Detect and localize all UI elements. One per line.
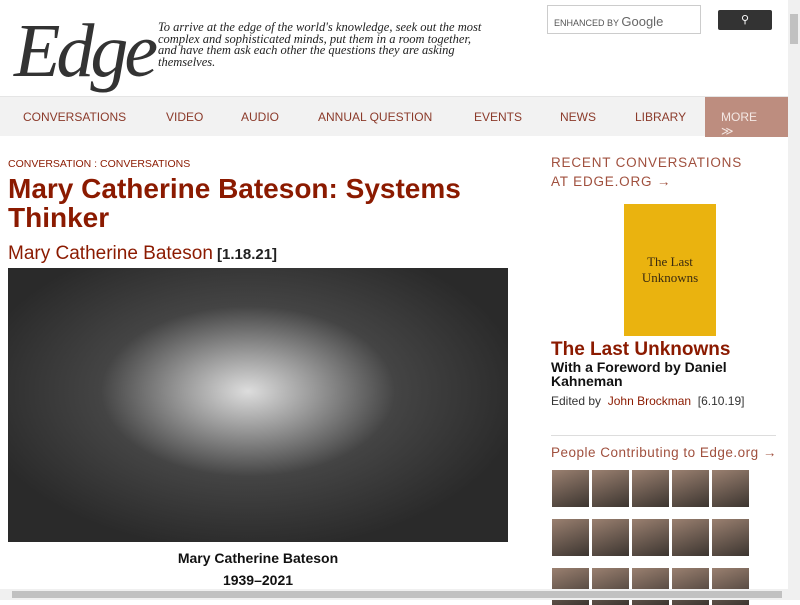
contributor-avatar[interactable] (552, 470, 589, 507)
search-label: ENHANCED BY (554, 18, 619, 28)
vertical-scroll-thumb[interactable] (790, 14, 798, 44)
nav-annual-question[interactable]: ANNUAL QUESTION (318, 110, 432, 124)
nav-conversations[interactable]: CONVERSATIONS (23, 110, 126, 124)
contributor-avatar[interactable] (552, 519, 589, 556)
book-cover[interactable]: The Last Unknowns (624, 204, 716, 336)
book-cover-title: The Last Unknowns (641, 254, 699, 285)
book-title[interactable]: The Last Unknowns (551, 339, 730, 361)
contributor-avatar[interactable] (672, 470, 709, 507)
contributor-avatar[interactable] (672, 519, 709, 556)
main-nav: CONVERSATIONS VIDEO AUDIO ANNUAL QUESTIO… (0, 96, 788, 138)
book-subtitle: With a Foreword by Daniel Kahneman (551, 359, 727, 389)
vertical-scrollbar[interactable] (788, 0, 800, 600)
breadcrumb[interactable]: CONVERSATION : CONVERSATIONS (8, 158, 190, 170)
book-date: [6.10.19] (697, 394, 745, 408)
contributor-avatar[interactable] (592, 519, 629, 556)
recent-conversations-link[interactable]: RECENT CONVERSATIONS AT EDGE.ORG → (551, 153, 751, 191)
nav-library[interactable]: LIBRARY (635, 110, 686, 124)
author-photo (8, 268, 508, 542)
contributor-avatar[interactable] (712, 519, 749, 556)
edited-by-label: Edited by (551, 394, 602, 408)
book-credit: Edited by John Brockman [6.10.19] (551, 394, 744, 408)
nav-audio[interactable]: AUDIO (241, 110, 279, 124)
contributor-avatar[interactable] (632, 470, 669, 507)
search-button[interactable]: ⚲ (718, 10, 772, 30)
nav-news[interactable]: NEWS (560, 110, 596, 124)
author-link[interactable]: Mary Catherine Bateson (8, 243, 213, 265)
caption-name: Mary Catherine Bateson (177, 550, 339, 566)
nav-events[interactable]: EVENTS (474, 110, 522, 124)
contributor-avatar[interactable] (632, 519, 669, 556)
people-contributing-link[interactable]: People Contributing to Edge.org → (551, 445, 777, 460)
search-brand: Google (621, 14, 664, 29)
page-title: Mary Catherine Bateson: Systems Thinker (8, 173, 461, 233)
edge-logo[interactable]: Edge (14, 8, 158, 95)
nav-video[interactable]: VIDEO (166, 110, 203, 124)
search-input[interactable]: ENHANCED BY Google (547, 5, 701, 34)
divider (551, 435, 776, 436)
contributor-avatar[interactable] (712, 470, 749, 507)
editor-link[interactable]: John Brockman (608, 394, 691, 408)
horizontal-scroll-thumb[interactable] (12, 591, 782, 598)
caption-years: 1939–2021 (222, 572, 294, 588)
tagline: To arrive at the edge of the world's kno… (158, 20, 482, 69)
search-icon: ⚲ (740, 14, 750, 26)
article-date: [1.18.21] (217, 246, 278, 263)
contributor-avatar[interactable] (592, 470, 629, 507)
nav-more[interactable]: MORE ≫ (705, 97, 788, 138)
